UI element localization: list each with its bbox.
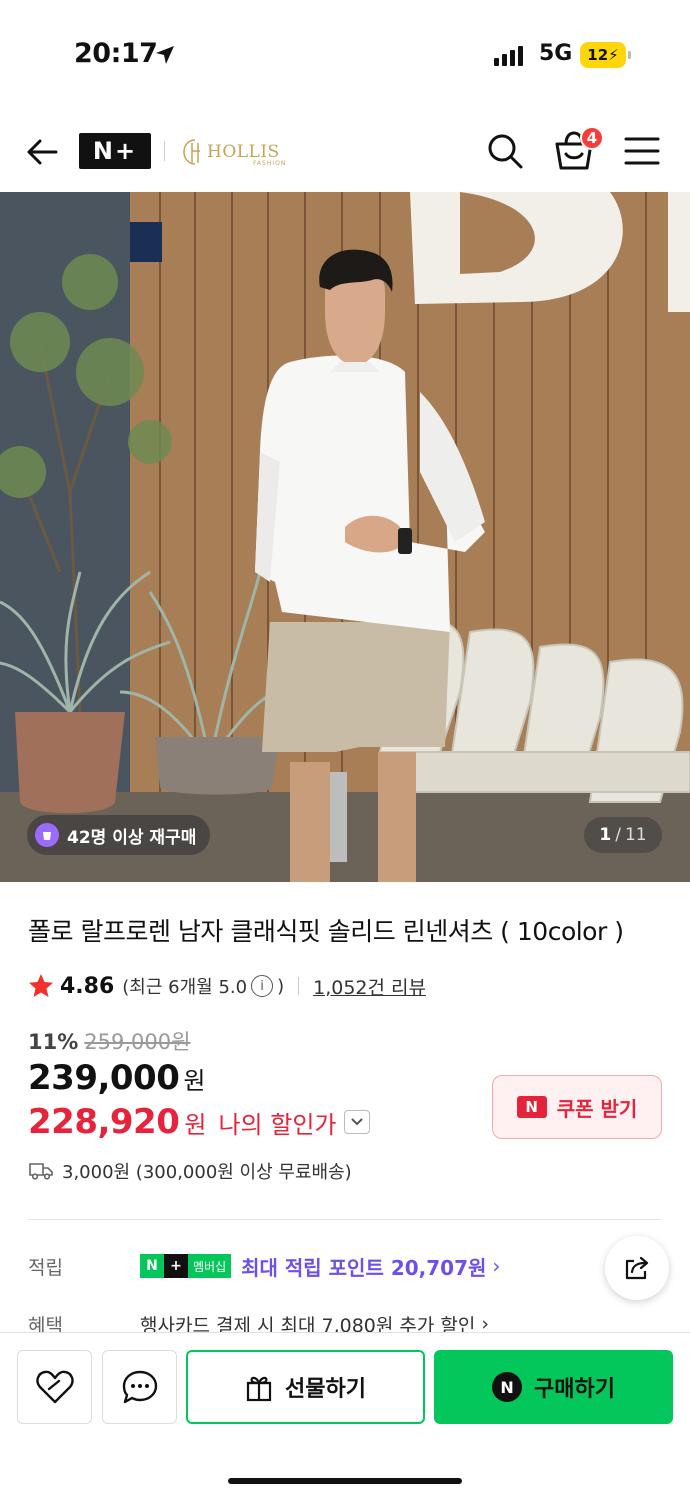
price-row: 239,000 원 <box>28 1058 205 1098</box>
sale-price-unit: 원 <box>183 1067 206 1095</box>
discount-rate: 11% <box>28 1030 79 1054</box>
my-price-unit: 원 <box>184 1110 207 1139</box>
my-price-row: 228,920 원 나의 할인가 <box>28 1102 371 1142</box>
store-sub: FASHION <box>253 160 287 167</box>
chat-icon <box>122 1370 157 1404</box>
signal-icon <box>494 46 523 66</box>
coupon-label: 쿠폰 받기 <box>556 1096 638 1121</box>
max-points-text: 최대 적립 포인트 20,707원 <box>241 1255 487 1280</box>
repurchase-icon <box>35 823 59 847</box>
section-divider <box>28 1219 662 1220</box>
menu-icon[interactable] <box>623 135 661 167</box>
repurchase-text: 42명 이상 재구매 <box>67 827 197 848</box>
rating-row: 4.86 (최근 6개월 5.0 i ) 1,052건 리뷰 <box>28 970 426 1002</box>
my-discount-price: 228,920 <box>28 1102 180 1142</box>
star-icon <box>29 974 53 997</box>
status-time: 20:17 <box>74 38 158 69</box>
store-logo[interactable]: HOLLIS FASHION <box>181 136 285 168</box>
gift-button[interactable]: 선물하기 <box>186 1350 425 1424</box>
repurchase-badge: 42명 이상 재구매 <box>27 815 211 855</box>
battery-icon: 12 ⚡ <box>580 42 631 68</box>
home-indicator[interactable] <box>228 1478 462 1484</box>
hollis-emblem-icon <box>183 139 200 165</box>
my-price-label: 나의 할인가 <box>218 1110 337 1139</box>
gift-icon <box>246 1376 272 1402</box>
wall-sign <box>130 222 162 262</box>
bottom-action-bar: 선물하기 N 구매하기 <box>0 1332 690 1500</box>
share-button[interactable] <box>605 1236 669 1300</box>
search-icon[interactable] <box>485 131 525 171</box>
image-page-indicator: 1 / 11 <box>584 817 662 853</box>
product-image-carousel[interactable]: 42명 이상 재구매 1 / 11 <box>0 192 690 882</box>
plant-pot-right <box>155 737 280 795</box>
recent-rating-text: (최근 6개월 5.0 <box>122 977 248 998</box>
membership-n: N <box>140 1254 164 1278</box>
membership-text: 멤버십 <box>188 1254 232 1278</box>
logo-divider <box>164 141 165 161</box>
coupon-button[interactable]: N 쿠폰 받기 <box>492 1075 662 1139</box>
recent-rating-close: ) <box>277 975 285 997</box>
page-current: 1 <box>599 825 612 845</box>
product-photo <box>0 192 690 882</box>
membership-badge: N + 멤버십 <box>140 1254 232 1278</box>
recent-rating: (최근 6개월 5.0 i ) <box>122 973 284 999</box>
shipping-text: 3,000원 (300,000원 이상 무료배송) <box>62 1162 352 1183</box>
talk-button[interactable] <box>102 1350 177 1424</box>
membership-plus: + <box>164 1254 188 1278</box>
back-arrow-icon[interactable] <box>22 132 62 172</box>
top-nav: N+ HOLLIS FASHION 4 <box>0 110 690 192</box>
product-title: 폴로 랄프로렌 남자 클래식핏 솔리드 린넨셔츠 ( 10color ) <box>28 917 624 946</box>
naver-plus-logo[interactable]: N+ <box>79 133 151 169</box>
cart-count-badge: 4 <box>580 126 604 150</box>
gift-label: 선물하기 <box>285 1377 366 1402</box>
location-arrow-icon <box>156 46 174 64</box>
page-separator: / <box>615 825 621 845</box>
review-count-link[interactable]: 1,052건 리뷰 <box>313 973 426 1000</box>
discount-row: 11% 259,000원 <box>28 1026 190 1056</box>
info-icon[interactable]: i <box>251 975 274 997</box>
share-icon <box>625 1256 649 1280</box>
points-row[interactable]: 적립 N + 멤버십 최대 적립 포인트 20,707원 › <box>28 1248 500 1284</box>
chevron-down-icon[interactable] <box>344 1110 371 1134</box>
battery-level: 12 <box>587 46 609 64</box>
status-bar: 20:17 5G 12 ⚡ <box>0 0 690 110</box>
network-label: 5G <box>539 41 573 66</box>
heart-icon <box>35 1370 74 1404</box>
coupon-icon: N <box>516 1096 547 1118</box>
buy-label: 구매하기 <box>534 1377 615 1402</box>
rating-divider <box>298 977 300 995</box>
page-total: 11 <box>624 825 647 845</box>
naver-pay-icon: N <box>492 1372 523 1402</box>
truck-icon <box>29 1163 53 1180</box>
wishlist-button[interactable] <box>17 1350 92 1424</box>
rating-score: 4.86 <box>60 973 115 999</box>
buy-button[interactable]: N 구매하기 <box>434 1350 673 1424</box>
original-price: 259,000원 <box>84 1030 191 1054</box>
chevron-right-icon: › <box>492 1254 501 1278</box>
plant-pot-left <box>15 712 125 814</box>
store-name: HOLLIS <box>207 142 280 162</box>
shipping-row: 3,000원 (300,000원 이상 무료배송) <box>28 1158 352 1184</box>
sale-price: 239,000 <box>28 1058 180 1098</box>
points-label: 적립 <box>28 1256 63 1279</box>
